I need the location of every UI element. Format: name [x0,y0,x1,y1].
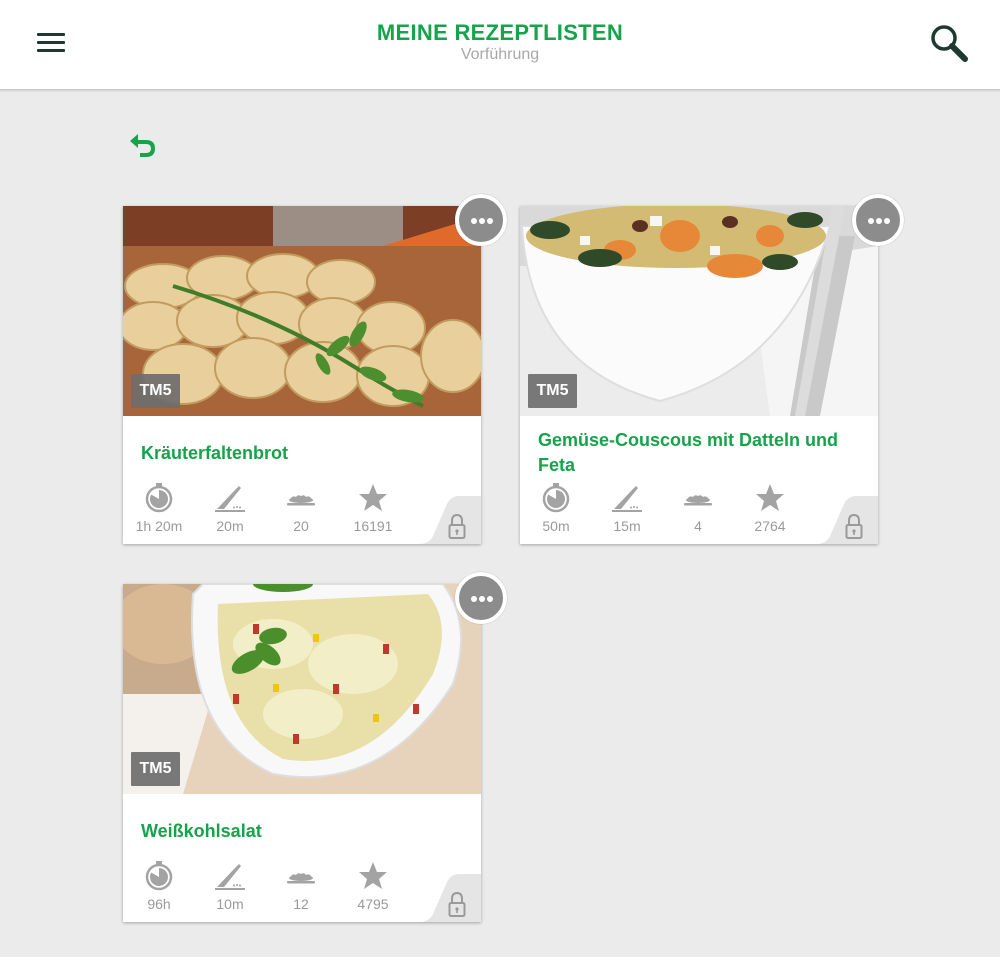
knife-icon [610,482,644,514]
portions-stat: 20 [265,482,337,534]
rating-count-value: 16191 [353,518,393,534]
back-arrow-icon[interactable] [128,130,160,158]
recipe-title[interactable]: Gemüse-Couscous mit Datteln und Feta [538,428,858,478]
rating-count-value: 4795 [357,896,389,912]
app-header: MEINE REZEPTLISTEN Vorführung [0,0,1000,90]
knife-icon [213,860,247,892]
portions-stat: 4 [662,482,734,534]
prep-time-stat: 10m [194,860,266,912]
portions-value: 20 [293,518,309,534]
dish-icon [681,482,715,514]
rating-stat: 16191 [337,482,409,534]
tm5-badge: TM5 [131,374,180,408]
prep-time-stat: 15m [591,482,663,534]
total-time-value: 50m [542,518,570,534]
recipe-title[interactable]: Kräuterfaltenbrot [141,441,461,466]
rating-stat: 4795 [337,860,409,912]
knife-icon [213,482,247,514]
more-options-button[interactable] [852,194,904,246]
portions-value: 4 [694,518,702,534]
total-time-value: 96h [147,896,171,912]
total-time-stat: 1h 20m [123,482,195,534]
rating-count-value: 2764 [754,518,786,534]
portions-value: 12 [293,896,309,912]
recipe-card[interactable]: TM5 Weißkohlsalat 96h 10m 12 4795 [123,572,507,922]
prep-time-value: 10m [216,896,244,912]
lock-icon[interactable] [411,874,481,922]
prep-time-stat: 20m [194,482,266,534]
stopwatch-icon [142,860,176,892]
portions-stat: 12 [265,860,337,912]
total-time-stat: 96h [123,860,195,912]
total-time-value: 1h 20m [135,518,183,534]
recipe-stats: 1h 20m 20m 20 16191 [123,482,423,536]
tm5-badge: TM5 [528,374,577,408]
stopwatch-icon [539,482,573,514]
header-titles: MEINE REZEPTLISTEN Vorführung [0,20,1000,64]
page-title: MEINE REZEPTLISTEN [376,20,624,45]
dish-icon [284,482,318,514]
total-time-stat: 50m [520,482,592,534]
recipe-title[interactable]: Weißkohlsalat [141,819,461,844]
star-icon [356,860,390,892]
lock-icon[interactable] [808,496,878,544]
more-options-button[interactable] [455,572,507,624]
dish-icon [284,860,318,892]
more-dots-icon [471,218,477,224]
more-dots-icon [471,596,477,602]
star-icon [753,482,787,514]
prep-time-value: 20m [216,518,244,534]
more-options-button[interactable] [455,194,507,246]
search-icon[interactable] [928,22,970,64]
prep-time-value: 15m [613,518,641,534]
recipe-card[interactable]: TM5 Gemüse-Couscous mit Datteln und Feta… [520,194,904,544]
recipe-stats: 50m 15m 4 2764 [520,482,820,536]
stopwatch-icon [142,482,176,514]
tm5-badge: TM5 [131,752,180,786]
recipe-stats: 96h 10m 12 4795 [123,860,423,914]
page-subtitle: Vorführung [460,46,540,63]
recipe-card[interactable]: TM5 Kräuterfaltenbrot 1h 20m 20m 20 1619… [123,194,507,544]
more-dots-icon [868,218,874,224]
lock-icon[interactable] [411,496,481,544]
rating-stat: 2764 [734,482,806,534]
star-icon [356,482,390,514]
